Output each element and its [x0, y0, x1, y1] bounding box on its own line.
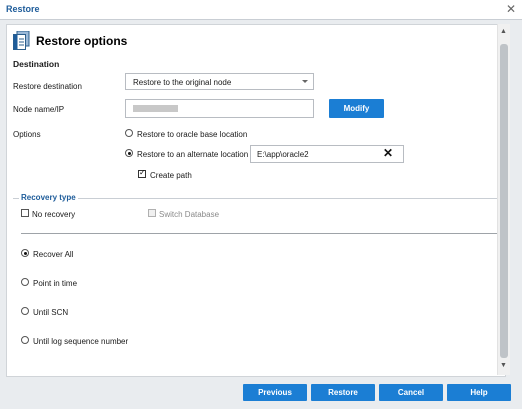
chevron-down-icon [302, 80, 308, 83]
point-in-time-label: Point in time [33, 279, 78, 288]
close-icon[interactable]: ✕ [506, 2, 516, 16]
restore-destination-value: Restore to the original node [133, 78, 232, 87]
radio-point-in-time[interactable] [21, 278, 29, 286]
scroll-down-icon[interactable]: ▼ [500, 362, 507, 369]
dialog-footer: Previous Restore Cancel Help [0, 377, 522, 409]
vertical-scrollbar[interactable]: ▲ ▼ [497, 24, 510, 375]
restore-options-panel: Restore options Destination Restore dest… [6, 24, 506, 377]
radio-base-location[interactable] [125, 129, 133, 137]
node-name-input[interactable] [125, 99, 314, 118]
masked-node-value [133, 105, 178, 112]
no-recovery-label: No recovery [32, 210, 76, 219]
window-title: Restore [6, 4, 40, 14]
page-title: Restore options [36, 34, 128, 48]
switch-database-checkbox[interactable] [148, 209, 156, 217]
restore-destination-label: Restore destination [13, 82, 82, 91]
title-bar: Restore ✕ [0, 0, 522, 20]
node-name-label: Node name/IP [13, 105, 65, 114]
divider [21, 233, 497, 234]
options-label: Options [13, 130, 41, 139]
restore-doc-icon [13, 31, 30, 50]
recovery-type-legend: Recovery type [19, 193, 78, 202]
radio-recover-all[interactable] [21, 249, 29, 257]
restore-destination-select[interactable]: Restore to the original node [125, 73, 314, 90]
until-log-sequence-label: Until log sequence number [33, 337, 129, 346]
recover-all-label: Recover All [33, 250, 74, 259]
recovery-fieldset-border [13, 198, 499, 199]
clear-icon[interactable]: ✕ [383, 146, 393, 160]
radio-alternate-location[interactable] [125, 149, 133, 157]
radio-alternate-location-label: Restore to an alternate location [137, 150, 249, 159]
restore-button[interactable]: Restore [311, 384, 375, 401]
create-path-label: Create path [150, 171, 192, 180]
cancel-button[interactable]: Cancel [379, 384, 443, 401]
until-scn-label: Until SCN [33, 308, 69, 317]
scroll-up-icon[interactable]: ▲ [500, 28, 507, 35]
modify-button[interactable]: Modify [329, 99, 384, 118]
alternate-path-value: E:\app\oracle2 [257, 150, 309, 159]
create-path-checkbox[interactable] [138, 168, 146, 178]
radio-until-log-sequence[interactable] [21, 336, 29, 344]
scrollbar-thumb[interactable] [500, 44, 508, 358]
switch-database-label: Switch Database [159, 210, 220, 219]
radio-until-scn[interactable] [21, 307, 29, 315]
radio-base-location-label: Restore to oracle base location [137, 130, 248, 139]
destination-section-title: Destination [13, 59, 60, 69]
alternate-path-input[interactable]: E:\app\oracle2 ✕ [250, 145, 404, 163]
no-recovery-checkbox[interactable] [21, 209, 29, 217]
help-button[interactable]: Help [447, 384, 511, 401]
previous-button[interactable]: Previous [243, 384, 307, 401]
